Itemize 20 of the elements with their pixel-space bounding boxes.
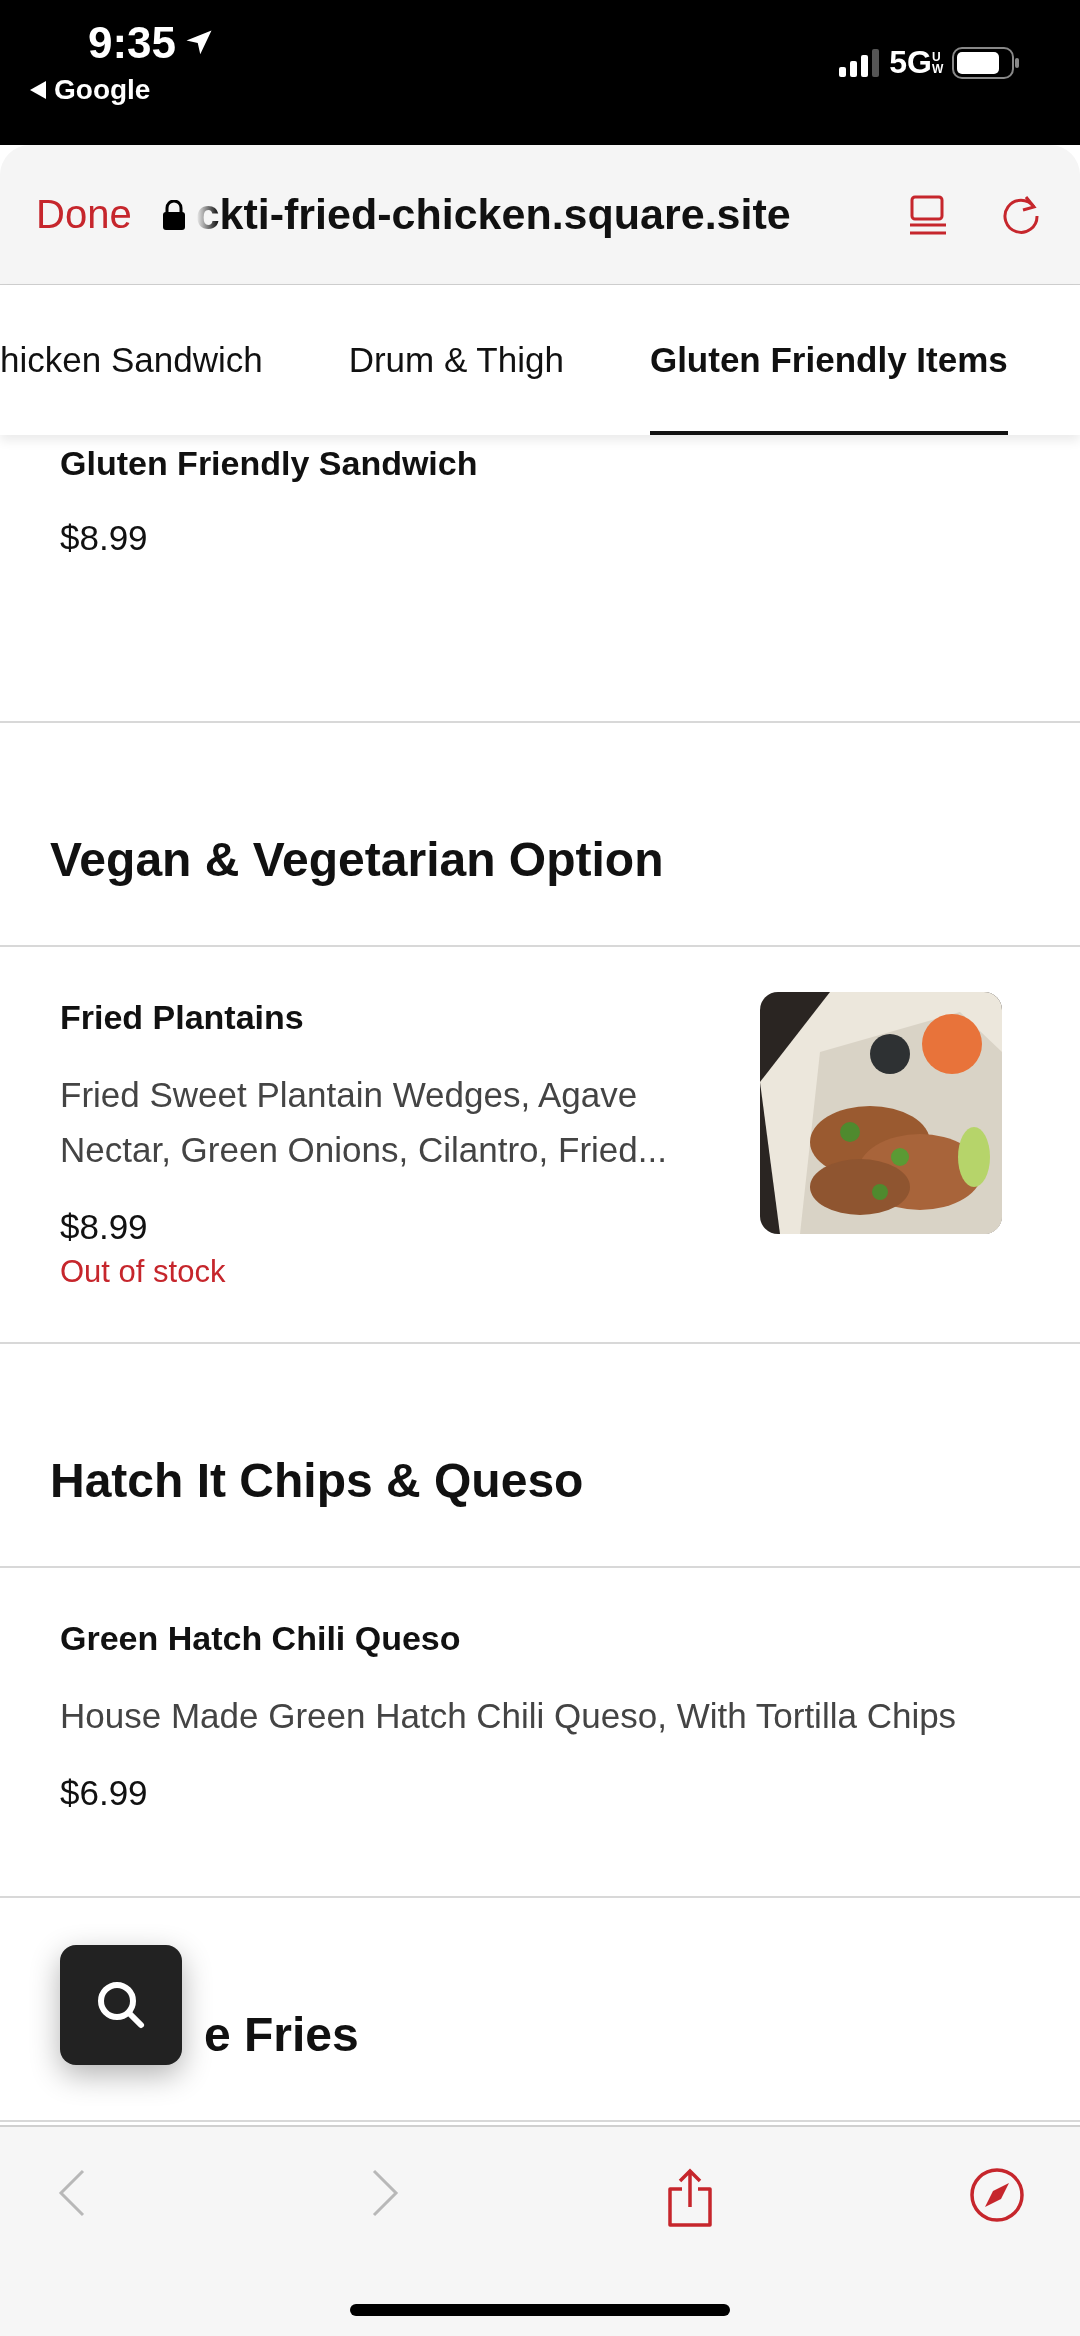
url-text[interactable]: ckti-fried-chicken.square.site <box>195 190 791 239</box>
item-name[interactable]: Green Hatch Chili Queso <box>60 1613 1020 1663</box>
back-app-name: Google <box>54 74 151 106</box>
item-name[interactable]: Fried Plantains <box>60 992 720 1042</box>
section-heading: Vegan & Vegetarian Option <box>50 832 664 887</box>
section-heading: Hatch It Chips & Queso <box>50 1453 584 1508</box>
item-price: $8.99 <box>60 517 149 559</box>
section-heading: e Fries <box>204 2007 359 2062</box>
done-button[interactable]: Done <box>36 192 132 237</box>
stock-status: Out of stock <box>60 1253 227 1291</box>
item-name[interactable]: Gluten Friendly Sandwich <box>60 438 1020 488</box>
category-tab[interactable]: hicken Sandwich <box>0 285 263 435</box>
clock-time: 9:35 <box>88 18 215 68</box>
category-tab[interactable]: Drum & Thigh <box>348 285 564 435</box>
item-description: House Made Green Hatch Chili Queso, With Tortilla Chips <box>60 1695 958 1737</box>
item-description: Fried Sweet Plantain Wedges, Agave Nectar, Green Onions, Cilantro, Fried... <box>60 1074 668 1171</box>
item-price: $8.99 <box>60 1206 149 1248</box>
category-tab[interactable]: Gluten Friendly Items <box>649 285 1008 435</box>
item-price: $6.99 <box>60 1772 149 1814</box>
back-to-app-link[interactable]: Google <box>30 74 151 106</box>
